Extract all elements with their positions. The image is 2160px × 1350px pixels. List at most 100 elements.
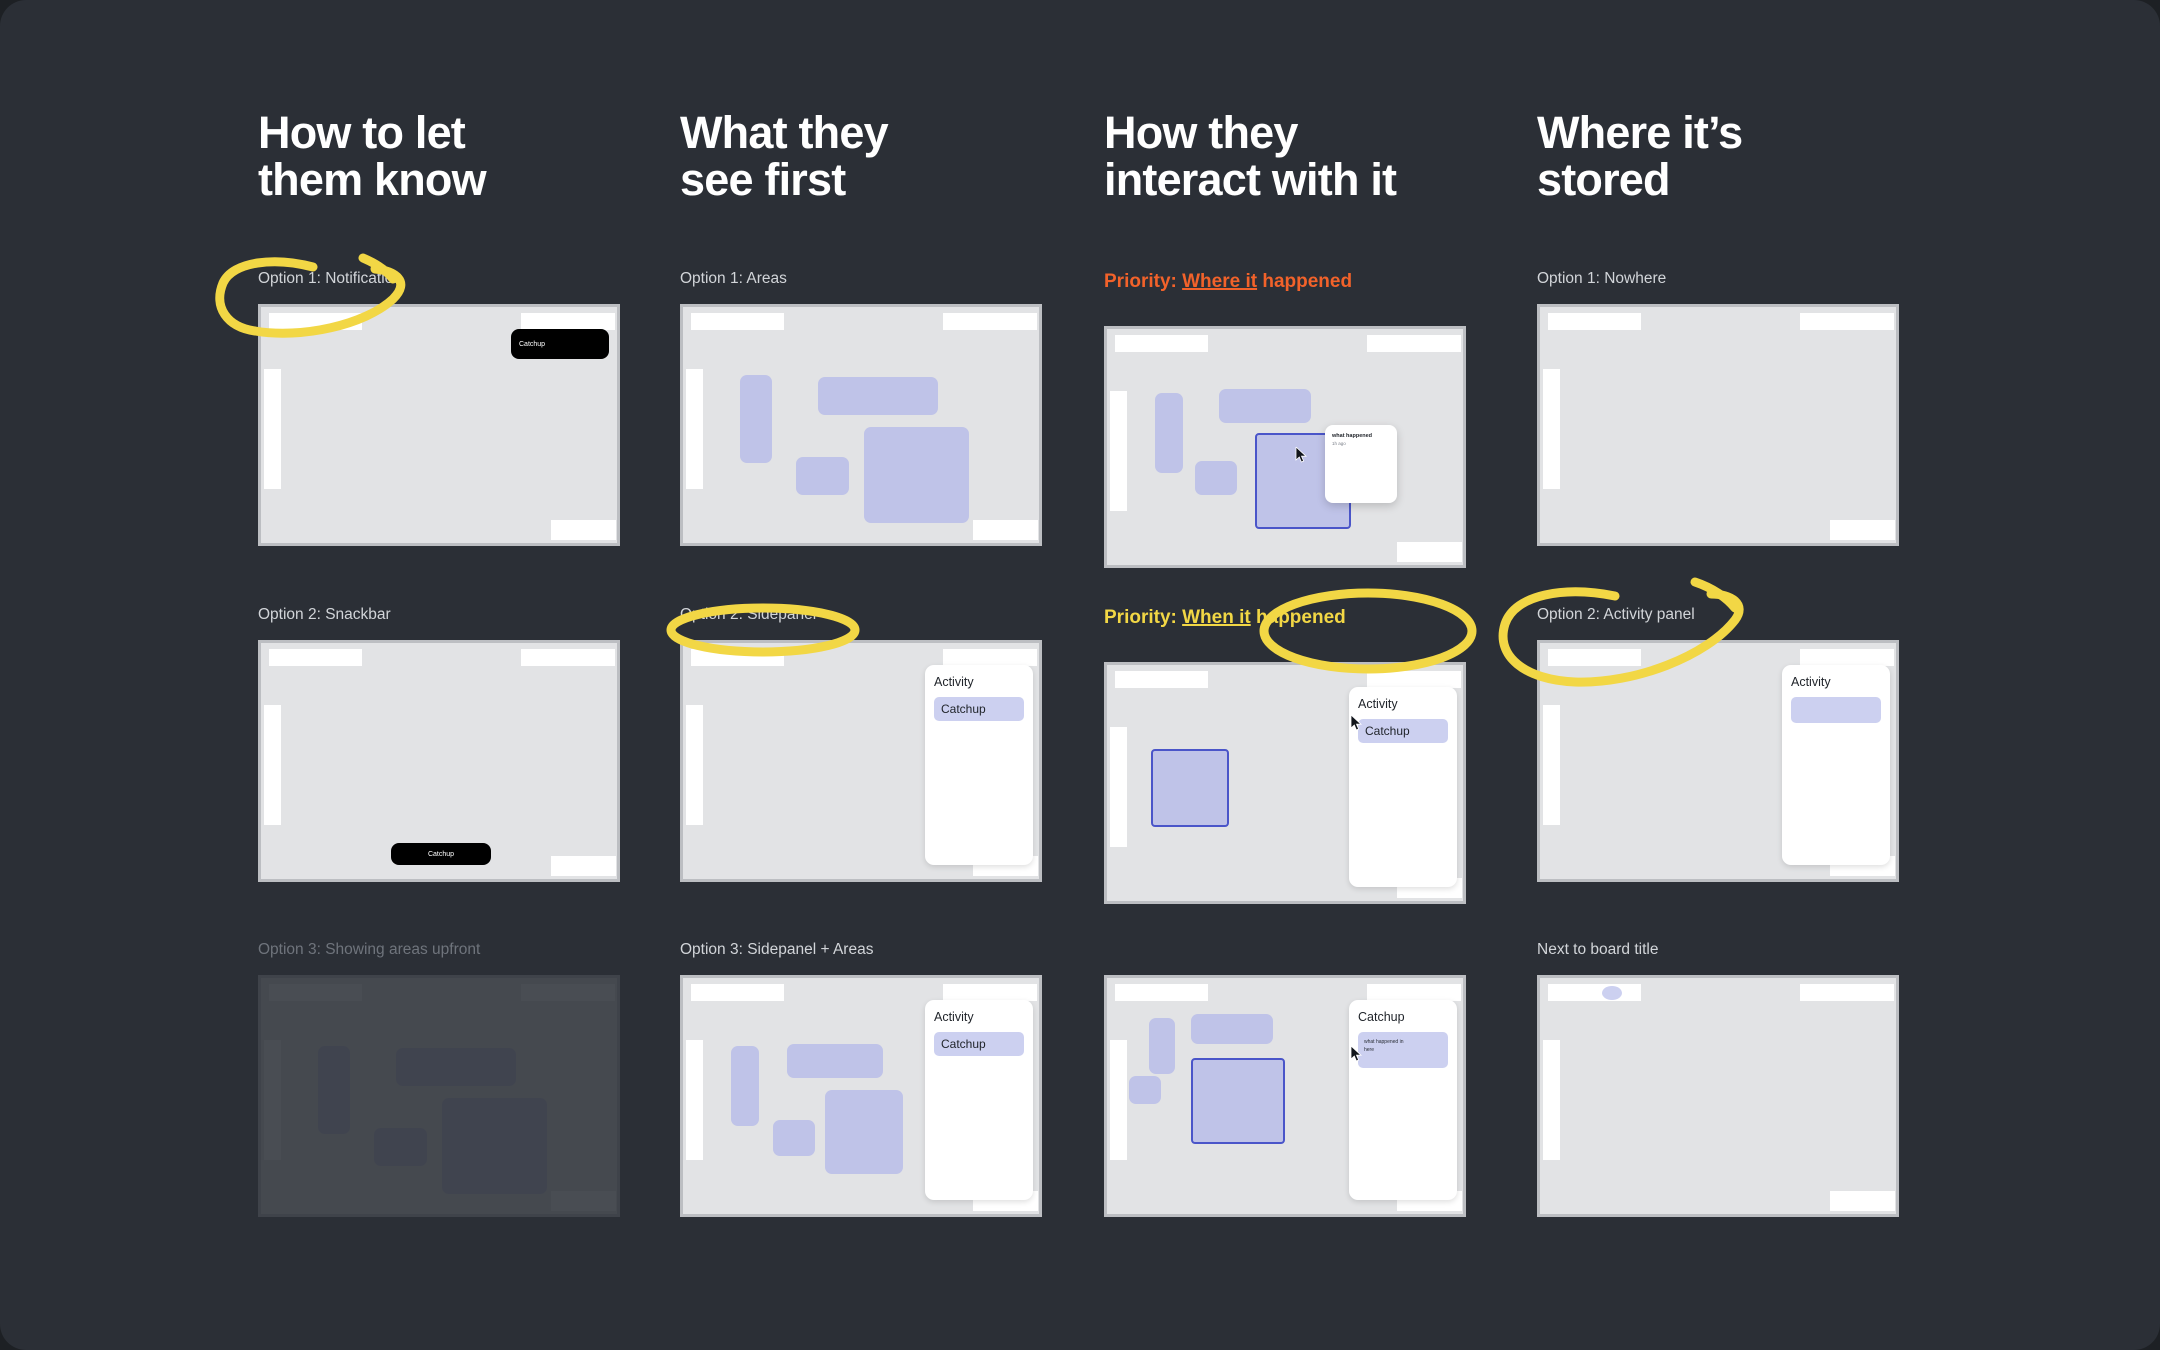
wireframe-areas-popover[interactable]: what happened 1h ago	[1104, 326, 1466, 568]
unread-indicator-dot[interactable]	[1602, 986, 1622, 1000]
wireframe-snackbar[interactable]: Catchup	[258, 640, 620, 882]
popover-subtitle: 1h ago	[1332, 441, 1346, 446]
sidepanel-item-catchup[interactable]: Catchup	[1358, 719, 1448, 743]
wireframe-toolbar-right	[1800, 984, 1894, 1001]
card-caption: Option 1: Areas	[680, 270, 787, 287]
priority-prefix: Priority:	[1104, 271, 1183, 292]
card-caption: Option 2: Sidepanel	[680, 606, 817, 623]
priority-emphasis: Where it	[1182, 271, 1258, 292]
area-block	[740, 375, 772, 463]
wireframe-toolbar-left	[269, 984, 362, 1001]
wireframe-bottom-right	[551, 520, 616, 540]
wireframe-left-rail	[686, 369, 703, 489]
area-block-selected[interactable]	[1191, 1058, 1285, 1144]
area-block	[825, 1090, 903, 1174]
wireframe-toolbar-left	[1548, 649, 1641, 666]
wireframe-notification[interactable]: Catchup	[258, 304, 620, 546]
activity-sidepanel[interactable]: Activity	[1782, 665, 1890, 865]
wireframe-toolbar-right	[521, 313, 615, 330]
snackbar-toast[interactable]: Catchup	[391, 843, 491, 865]
card-caption: Option 1: Nowhere	[1537, 270, 1667, 287]
wireframe-sidepanel-selected[interactable]: Activity Catchup	[1104, 662, 1466, 904]
area-block	[318, 1046, 350, 1134]
sidepanel-item-catchup[interactable]: Catchup	[934, 697, 1024, 721]
sidepanel-title: Activity	[934, 675, 974, 689]
area-block	[1149, 1018, 1175, 1074]
catchup-sidepanel[interactable]: Catchup what happened in here	[1349, 1000, 1457, 1200]
wireframe-bottom-right	[1830, 520, 1895, 540]
wireframe-toolbar-right	[943, 984, 1037, 1001]
wireframe-left-rail	[264, 369, 281, 489]
column-title: What they see first	[680, 107, 889, 205]
wireframe-left-rail	[686, 1040, 703, 1160]
wireframe-board-title-dot[interactable]	[1537, 975, 1899, 1217]
area-block	[1191, 1014, 1273, 1044]
wireframe-left-rail	[686, 705, 703, 825]
sidepanel-item-placeholder[interactable]	[1791, 697, 1881, 723]
column-what-they-see-first: What they see first Option 1: Areas Opti…	[680, 107, 1070, 1217]
sidepanel-item-catchup-entry[interactable]: what happened in here	[1358, 1032, 1448, 1068]
wireframe-toolbar-right	[521, 649, 615, 666]
wireframe-toolbar-right	[1800, 313, 1894, 330]
sidepanel-item-catchup[interactable]: Catchup	[934, 1032, 1024, 1056]
wireframe-sidepanel-areas[interactable]: Activity Catchup	[680, 975, 1042, 1217]
wireframe-toolbar-left	[691, 649, 784, 666]
area-block	[818, 377, 938, 415]
wireframe-toolbar-left	[1115, 335, 1208, 352]
wireframe-activity-panel[interactable]: Activity	[1537, 640, 1899, 882]
wireframe-bottom-right	[551, 1191, 616, 1211]
wireframe-left-rail	[1110, 391, 1127, 511]
wireframe-toolbar-right	[943, 313, 1037, 330]
wireframe-areas[interactable]	[680, 304, 1042, 546]
card-priority-where-it-happened[interactable]: Priority: Where it happened what happene…	[1104, 270, 1494, 568]
wireframe-sidepanel[interactable]: Activity Catchup	[680, 640, 1042, 882]
wireframe-toolbar-right	[943, 649, 1037, 666]
wireframe-bottom-right	[973, 520, 1038, 540]
column-title: Where it’s stored	[1537, 107, 1743, 205]
wireframe-toolbar-left	[1115, 984, 1208, 1001]
card-option-snackbar[interactable]: Option 2: Snackbar Catchup	[258, 606, 648, 882]
card-option-sidepanel-areas[interactable]: Option 3: Sidepanel + Areas Activity Cat…	[680, 941, 1070, 1217]
wireframe-left-rail	[264, 1040, 281, 1160]
card-option-areas[interactable]: Option 1: Areas	[680, 270, 1070, 546]
area-block	[396, 1048, 516, 1086]
area-block-selected[interactable]	[1151, 749, 1229, 827]
notification-toast-label: Catchup	[519, 340, 546, 348]
activity-popover[interactable]: what happened 1h ago	[1325, 425, 1397, 503]
activity-sidepanel[interactable]: Activity Catchup	[925, 665, 1033, 865]
activity-sidepanel[interactable]: Activity Catchup	[925, 1000, 1033, 1200]
card-option-notification[interactable]: Option 1: Notification Catchup	[258, 270, 648, 546]
card-option-showing-areas-upfront[interactable]: Option 3: Showing areas upfront	[258, 941, 648, 1217]
wireframe-areas-faded[interactable]	[258, 975, 620, 1217]
wireframe-toolbar-left	[269, 649, 362, 666]
area-block	[374, 1128, 427, 1166]
sidepanel-title: Activity	[1358, 697, 1398, 711]
priority-suffix: happened	[1256, 607, 1346, 628]
notification-toast[interactable]: Catchup	[511, 329, 609, 359]
popover-title: what happened	[1332, 433, 1373, 439]
wireframe-toolbar-left	[691, 984, 784, 1001]
mouse-cursor-icon	[1350, 1046, 1363, 1062]
card-option-activity-panel[interactable]: Option 2: Activity panel Activity	[1537, 606, 1927, 882]
card-caption: Option 1: Notification	[258, 270, 402, 287]
area-block	[731, 1046, 759, 1126]
column-title: How to let them know	[258, 107, 487, 205]
card-option-sidepanel[interactable]: Option 2: Sidepanel Activity Catchup	[680, 606, 1070, 882]
card-next-to-board-title[interactable]: Next to board title	[1537, 941, 1927, 1217]
wireframe-empty[interactable]	[1537, 304, 1899, 546]
card-option-nowhere[interactable]: Option 1: Nowhere	[1537, 270, 1927, 546]
area-block	[864, 427, 969, 523]
area-block	[1129, 1076, 1161, 1104]
activity-sidepanel[interactable]: Activity Catchup	[1349, 687, 1457, 887]
card-caption: Option 3: Sidepanel + Areas	[680, 941, 874, 958]
area-block	[773, 1120, 815, 1156]
wireframe-toolbar-left	[269, 313, 362, 330]
card-caption: Option 2: Snackbar	[258, 606, 391, 623]
column-where-its-stored: Where it’s stored Option 1: Nowhere Opti…	[1537, 107, 1927, 1217]
card-catchup-panel[interactable]: Catchup what happened in here	[1104, 941, 1494, 1217]
card-priority-when-it-happened[interactable]: Priority: When it happened Activity Catc…	[1104, 606, 1494, 904]
priority-label-where: Priority: Where it happened	[1104, 270, 1494, 318]
wireframe-catchup-panel[interactable]: Catchup what happened in here	[1104, 975, 1466, 1217]
area-block	[787, 1044, 883, 1078]
